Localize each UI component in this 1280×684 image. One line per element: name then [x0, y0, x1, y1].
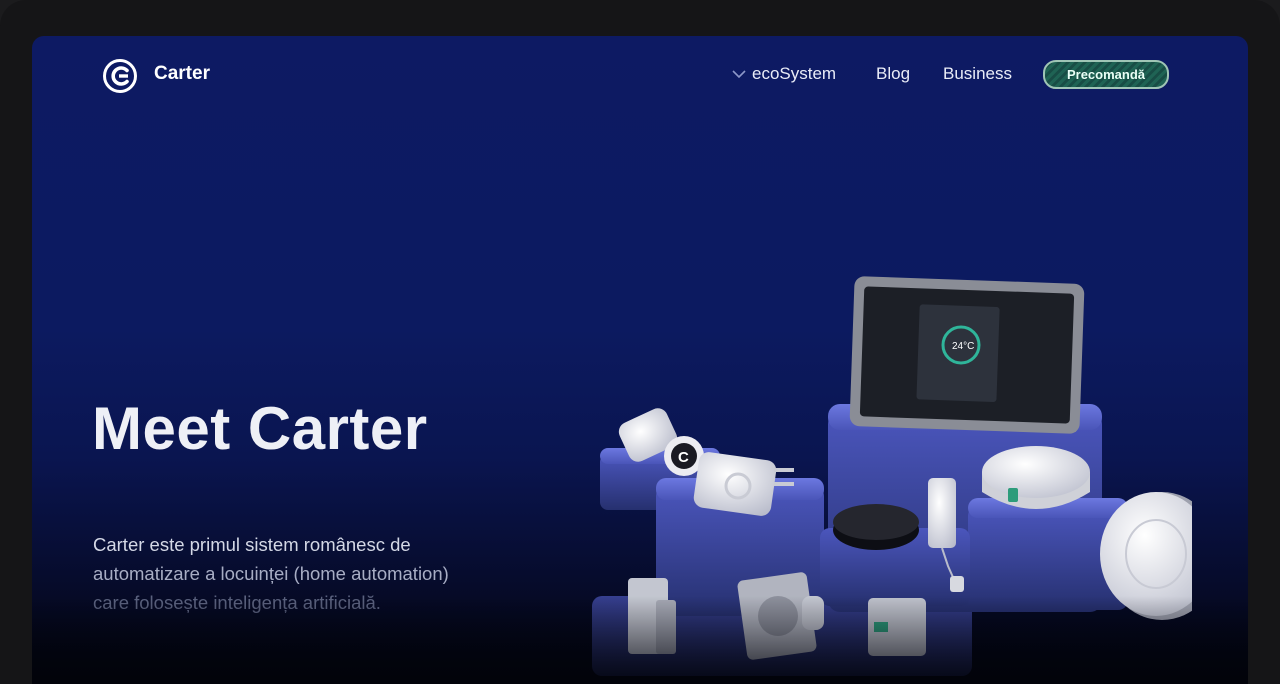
hero-description-line: automatizare a locuinței (home automatio… — [93, 563, 449, 584]
svg-text:C: C — [678, 449, 689, 466]
relay-module — [868, 598, 926, 656]
round-hub — [982, 446, 1090, 509]
tablet-hub: 24°C — [849, 276, 1085, 434]
device-frame: Carter ecoSystem Blog Business Precomand… — [0, 0, 1280, 684]
top-navigation: Carter ecoSystem Blog Business Precomand… — [32, 36, 1248, 116]
hero-description: Carter este primul sistem românesc de au… — [93, 530, 533, 617]
nav-blog[interactable]: Blog — [876, 64, 910, 84]
hero-description-line: care folosește inteligența artificială. — [93, 592, 381, 613]
chevron-down-icon[interactable] — [732, 69, 746, 79]
nav-ecosystem[interactable]: ecoSystem — [752, 64, 836, 84]
ir-blaster — [833, 504, 919, 550]
hero-title: Meet Carter — [92, 395, 428, 462]
carter-logo-icon[interactable] — [102, 58, 138, 94]
hero-description-line: Carter este primul sistem românesc de — [93, 534, 411, 555]
preorder-button[interactable]: Precomandă — [1043, 60, 1169, 89]
brand-name[interactable]: Carter — [154, 63, 210, 85]
nav-business[interactable]: Business — [943, 64, 1012, 84]
product-showcase-image: 24°C C — [592, 276, 1192, 676]
browser-viewport: Carter ecoSystem Blog Business Precomand… — [32, 36, 1248, 684]
svg-text:24°C: 24°C — [952, 341, 974, 352]
